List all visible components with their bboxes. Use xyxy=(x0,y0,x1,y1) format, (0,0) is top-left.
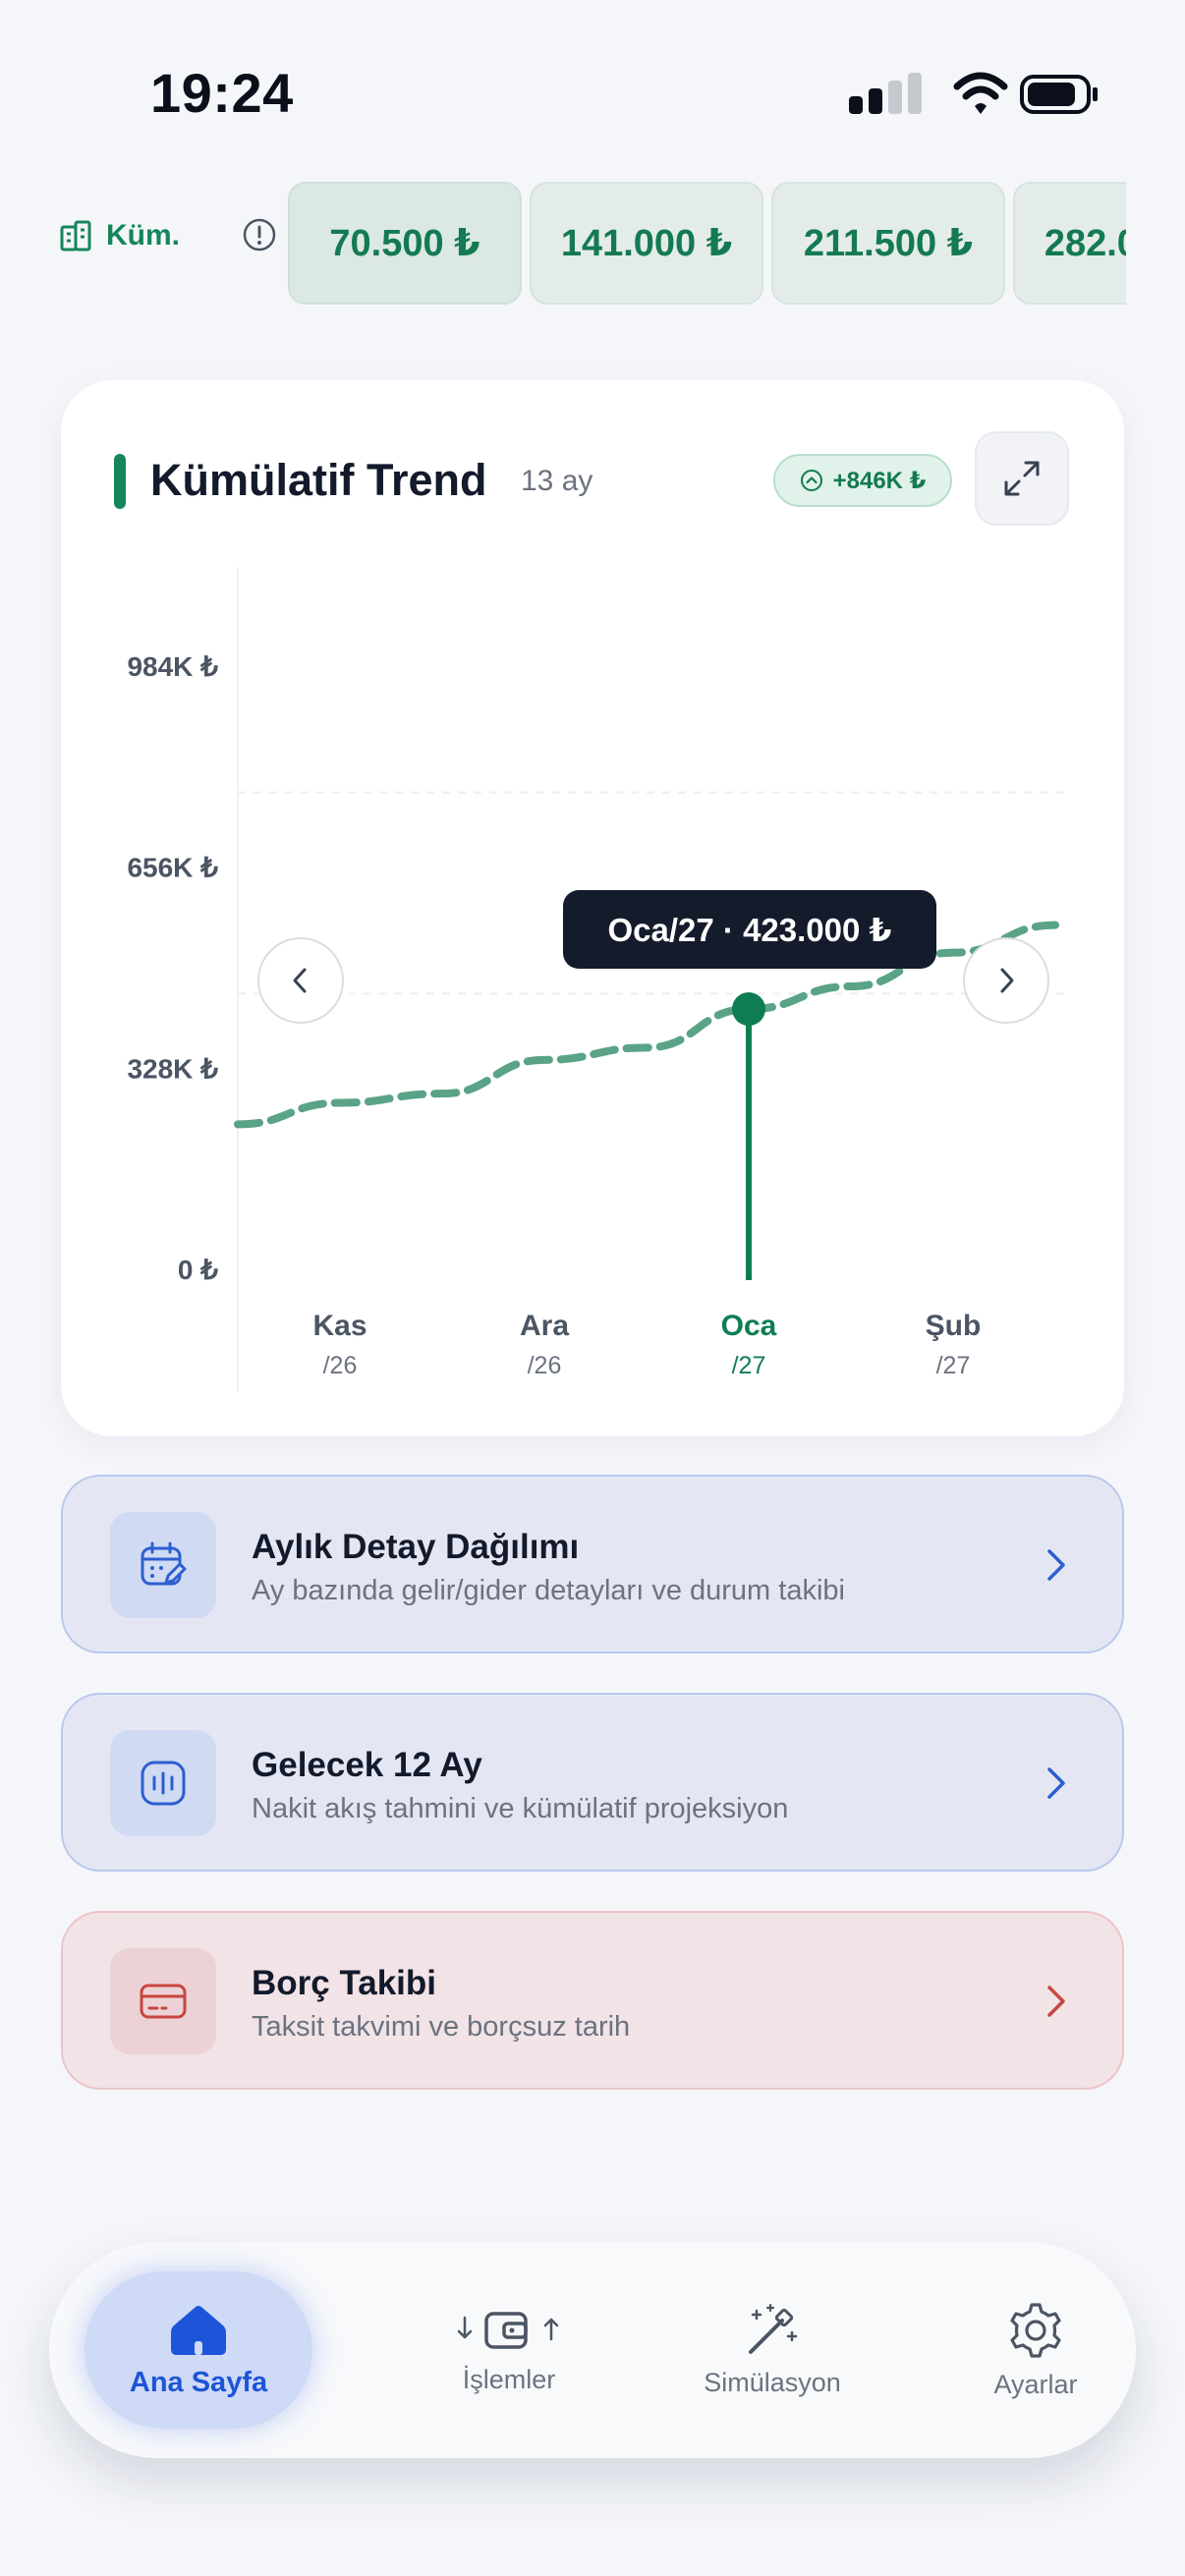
gear-icon xyxy=(1010,2302,1061,2358)
menu-icon-box xyxy=(110,1730,216,1836)
trend-change-value: +846K ₺ xyxy=(832,467,927,494)
x-tick-month: Ara xyxy=(520,1310,569,1342)
nav-transactions[interactable]: İşlemler xyxy=(401,2242,617,2458)
trend-change-badge: +846K ₺ xyxy=(773,454,952,507)
building-icon xyxy=(60,220,91,252)
cumulative-label: Küm. xyxy=(59,219,180,252)
y-tick-label: 656K ₺ xyxy=(127,853,218,883)
menu-description: Nakit akış tahmini ve kümülatif projeksi… xyxy=(252,1793,789,1824)
y-tick-label: 984K ₺ xyxy=(127,651,218,682)
monthly-detail-card[interactable]: Aylık Detay Dağılımı Ay bazında gelir/gi… xyxy=(61,1475,1124,1653)
chevron-left-icon xyxy=(293,968,307,993)
nav-simulation-label: Simülasyon xyxy=(704,2367,841,2397)
x-tick-year: /26 xyxy=(323,1352,358,1379)
cumulative-scroller[interactable]: 70.500 ₺ 141.000 ₺ 211.500 ₺ 282.000 ₺ xyxy=(288,182,1126,307)
menu-icon-box xyxy=(110,1512,216,1618)
x-tick-year: /26 xyxy=(528,1352,562,1379)
wifi-icon xyxy=(953,72,1008,114)
nav-simulation[interactable]: Simülasyon xyxy=(664,2242,880,2458)
x-tick-year: /27 xyxy=(936,1352,971,1379)
trend-card: 984K ₺ 656K ₺ 328K ₺ 0 ₺ Kas/26 Ara/26 Oca/27 Ş… xyxy=(61,380,1124,1436)
signal-icon xyxy=(849,73,922,114)
chart-prev-button[interactable] xyxy=(257,937,344,1024)
cumulative-card[interactable]: 282.000 ₺ xyxy=(1013,182,1126,305)
arrow-up-circle-icon xyxy=(800,470,822,491)
next-12-months-card[interactable]: Gelecek 12 Ay Nakit akış tahmini ve kümü… xyxy=(61,1693,1124,1872)
menu-description: Ay bazında gelir/gider detayları ve duru… xyxy=(252,1575,845,1606)
credit-card-icon xyxy=(140,1984,187,2019)
nav-home-label: Ana Sayfa xyxy=(129,2366,268,2398)
nav-settings[interactable]: Ayarlar xyxy=(928,2242,1144,2458)
chart-tooltip: Oca/27 · 423.000 ₺ xyxy=(563,890,936,969)
info-icon[interactable] xyxy=(242,217,277,252)
chart-next-button[interactable] xyxy=(963,937,1049,1024)
trend-subtitle: 13 ay xyxy=(521,465,593,497)
menu-title: Aylık Detay Dağılımı xyxy=(252,1528,580,1566)
x-tick-month: Kas xyxy=(312,1310,367,1342)
chevron-right-icon xyxy=(1000,968,1014,993)
x-tick-month: Oca xyxy=(721,1310,777,1342)
expand-button[interactable] xyxy=(975,431,1069,526)
menu-icon-box xyxy=(110,1948,216,2054)
status-icons xyxy=(849,72,1098,114)
debt-tracking-card[interactable]: Borç Takibi Taksit takvimi ve borçsuz ta… xyxy=(61,1911,1124,2090)
nav-settings-label: Ayarlar xyxy=(993,2369,1078,2399)
menu-title: Gelecek 12 Ay xyxy=(252,1746,482,1784)
title-accent-bar xyxy=(114,454,126,509)
cumulative-label-text: Küm. xyxy=(106,219,180,252)
calendar-edit-icon xyxy=(141,1541,187,1586)
menu-description: Taksit takvimi ve borçsuz tarih xyxy=(252,2011,631,2043)
bottom-navigation: Ana Sayfa İşlemler Simülasyon Ayarlar xyxy=(49,2242,1136,2458)
wallet-transfer-icon xyxy=(457,2311,559,2349)
cumulative-strip: Küm. 70.500 ₺ 141.000 ₺ 211.500 ₺ 282.00… xyxy=(0,182,1185,309)
magic-wand-icon xyxy=(749,2303,798,2354)
chevron-right-icon xyxy=(1047,1549,1065,1581)
x-tick-month: Şub xyxy=(926,1310,982,1342)
status-bar: 19:24 xyxy=(0,0,1185,187)
battery-icon xyxy=(1020,75,1098,114)
x-tick-year: /27 xyxy=(732,1352,766,1379)
y-tick-label: 328K ₺ xyxy=(127,1053,218,1084)
cumulative-card[interactable]: 211.500 ₺ xyxy=(771,182,1005,305)
menu-title: Borç Takibi xyxy=(252,1964,437,2002)
y-tick-label: 0 ₺ xyxy=(178,1255,218,1285)
cumulative-card[interactable]: 141.000 ₺ xyxy=(530,182,763,305)
expand-icon xyxy=(1004,461,1040,496)
home-icon xyxy=(171,2305,226,2355)
active-point xyxy=(732,992,765,1027)
nav-transactions-label: İşlemler xyxy=(462,2364,556,2394)
nav-home[interactable]: Ana Sayfa xyxy=(85,2271,312,2429)
status-time: 19:24 xyxy=(150,62,294,124)
chevron-right-icon xyxy=(1047,1767,1065,1799)
trend-title: Kümülatif Trend xyxy=(150,455,487,505)
chevron-right-icon xyxy=(1047,1986,1065,2017)
waveform-icon xyxy=(141,1761,186,1806)
cumulative-card[interactable]: 70.500 ₺ xyxy=(288,182,522,305)
